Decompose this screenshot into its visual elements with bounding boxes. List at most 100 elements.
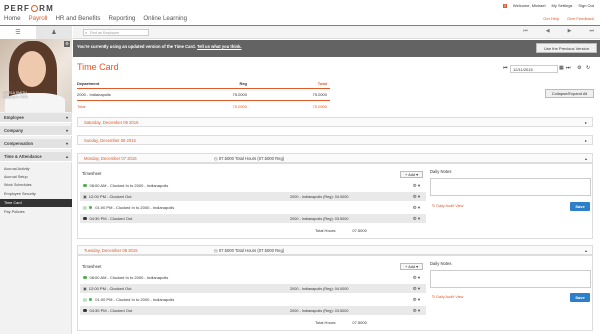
- use-previous-version-button[interactable]: Use the Previous Version: [536, 43, 597, 53]
- time-entry[interactable]: ▣ 12:00 PM - Clocked Out 2000 - Indianapol…: [80, 284, 426, 293]
- audit-icon: ↻: [432, 204, 436, 208]
- person-icon[interactable]: ♟: [36, 26, 72, 39]
- calendar-icon[interactable]: ▦: [559, 65, 564, 71]
- user-links: 2 Welcome, Michael My Settings Sign Out: [502, 3, 594, 8]
- add-icon: +: [404, 172, 408, 177]
- sidebar-item-accrual-activity[interactable]: Accrual Activity: [0, 165, 72, 173]
- chevron-down-icon: ▾: [65, 128, 68, 133]
- help-links: Get Help Give Feedback: [543, 16, 594, 21]
- chevron-down-icon: ▾: [65, 115, 68, 120]
- daily-notes-label: Daily Notes: [430, 261, 452, 266]
- summary-total-row: Total 75.0000 75.0000: [77, 104, 327, 109]
- entry-settings-icon: ⚙ ▾: [412, 193, 420, 199]
- next-period-icon[interactable]: ⏭: [566, 65, 571, 71]
- nav-online-learning[interactable]: Online Learning: [143, 15, 187, 22]
- timesheet-label: Timesheet: [82, 264, 102, 269]
- time-entry[interactable]: ▤ 01:00 PM - Clocked In to 2000 - Indiana…: [80, 203, 426, 212]
- prev-period-icon[interactable]: ⏮: [503, 65, 508, 71]
- daily-notes-input[interactable]: [430, 270, 591, 288]
- banner-text: You're currently using an updated versio…: [77, 44, 242, 49]
- time-entry[interactable]: 04:30 PM - Clocked Out 2000 - Indianapoli…: [80, 306, 426, 315]
- search-icon: ⌕: [85, 30, 88, 35]
- sidebar-item-work-schedules[interactable]: Work Schedules: [0, 181, 72, 189]
- refresh-icon[interactable]: ↻: [586, 65, 590, 71]
- chat-icon: ▤: [83, 297, 87, 302]
- next-record-icon[interactable]: ▶: [568, 28, 572, 34]
- nav-payroll[interactable]: Payroll: [29, 15, 48, 22]
- sidebar-item-pay-policies[interactable]: Pay Policies: [0, 208, 72, 216]
- sidebar-item-accrual-setup[interactable]: Accrual Setup: [0, 173, 72, 181]
- collapse-expand-all-button[interactable]: Collapse/Expand All: [545, 89, 594, 98]
- daily-notes-label: Daily Notes: [430, 169, 452, 174]
- time-entry[interactable]: ▣ 12:00 PM - Clocked Out 2000 - Indianapol…: [80, 192, 426, 201]
- employee-photo: ⚙ DARLA SMITH Employee #101: [0, 39, 72, 112]
- last-record-icon[interactable]: ⏭: [589, 28, 594, 34]
- date-input[interactable]: 12/11/2015: [510, 65, 558, 73]
- time-entry[interactable]: 08:00 AM - Clocked In to 2000 - Indianap…: [80, 273, 426, 282]
- sidebar-item-employee-security[interactable]: Employee Security: [0, 190, 72, 198]
- my-settings-link[interactable]: My Settings: [552, 3, 573, 8]
- add-entry-button[interactable]: + Add ▾: [400, 171, 423, 178]
- save-button[interactable]: Save: [570, 202, 590, 211]
- save-button[interactable]: Save: [570, 293, 590, 302]
- day-header-collapsed[interactable]: Saturday, December 05 2015 ▸: [77, 117, 593, 127]
- nav-reporting[interactable]: Reporting: [109, 15, 136, 22]
- page-title: Time Card: [77, 62, 119, 72]
- total-hours: Total Hours: 07.5000: [315, 228, 367, 233]
- day-header[interactable]: Tuesday, December 08 2015 ◷ 07.5000 Total…: [77, 245, 593, 255]
- list-view-icon[interactable]: ☰: [0, 26, 36, 39]
- chevron-down-icon: ▾: [65, 141, 68, 146]
- chevron-up-icon: ▴: [584, 155, 587, 161]
- welcome-text: Welcome, Michael: [512, 3, 546, 8]
- photo-settings-icon[interactable]: ⚙: [64, 41, 70, 47]
- summary-header: Department Reg Total: [77, 81, 327, 86]
- nav-home[interactable]: Home: [4, 15, 21, 22]
- time-entry[interactable]: 08:00 AM - Clocked In to 2000 - Indianap…: [80, 181, 426, 190]
- clock-icon: ◷: [214, 247, 218, 253]
- day-header-collapsed[interactable]: Sunday, December 06 2015 ▸: [77, 135, 593, 145]
- sidebar-section-time-attendance[interactable]: Time & Attendance ▴: [0, 152, 72, 162]
- daily-audit-link[interactable]: ↻ Daily Audit View: [432, 203, 463, 208]
- give-feedback-link[interactable]: Give Feedback: [567, 16, 594, 21]
- time-entry[interactable]: 04:30 PM - Clocked Out 2000 - Indianapoli…: [80, 214, 426, 223]
- sign-out-link[interactable]: Sign Out: [578, 3, 594, 8]
- schedule-icon: ▣: [83, 286, 87, 291]
- sidebar-section-company[interactable]: Company ▾: [0, 126, 72, 136]
- summary-divider: [77, 100, 330, 101]
- previous-record-icon[interactable]: ◀: [546, 28, 550, 34]
- add-icon: +: [404, 264, 408, 269]
- add-entry-button[interactable]: + Add ▾: [400, 263, 423, 270]
- sidebar-section-employee[interactable]: Employee ▾: [0, 113, 72, 123]
- entry-settings-icon: ⚙ ▾: [412, 296, 420, 302]
- employee-search-input[interactable]: ⌕ Find an Employee: [83, 29, 149, 36]
- employee-number: Employee #101: [3, 95, 28, 99]
- entry-settings-icon: ⚙ ▾: [412, 182, 420, 188]
- chat-icon: ▤: [83, 205, 87, 210]
- first-record-icon[interactable]: ⏮: [523, 28, 528, 34]
- daily-notes-input[interactable]: [430, 178, 591, 196]
- settings-icon[interactable]: ⚙: [577, 65, 581, 71]
- record-nav: ⏮ ◀ ▶ ⏭: [523, 28, 594, 34]
- sidebar-tabs: ☰ ♟: [0, 26, 72, 39]
- summary-row: 2000 - Indianapolis 75.0000 75.0000: [77, 92, 327, 97]
- sidebar-section-compensation[interactable]: Compensation ▾: [0, 139, 72, 149]
- get-help-link[interactable]: Get Help: [543, 16, 559, 21]
- perform-logo[interactable]: PERF RM: [4, 4, 54, 13]
- daily-audit-link[interactable]: ↻ Daily Audit View: [432, 294, 463, 299]
- entry-settings-icon: ⚙ ▾: [412, 204, 420, 210]
- notification-icon[interactable]: 2: [502, 3, 507, 8]
- summary-divider: [77, 88, 330, 89]
- feedback-link[interactable]: Tell us what you think.: [197, 44, 242, 49]
- chevron-right-icon: ▸: [584, 137, 587, 143]
- nav-hr-benefits[interactable]: HR and Benefits: [55, 15, 100, 22]
- sidebar-item-time-card[interactable]: Time Card: [0, 199, 72, 207]
- day-header[interactable]: Monday, December 07 2015 ◷ 07.5000 Total …: [77, 153, 593, 163]
- total-hours: Total Hours: 07.5000: [315, 320, 367, 325]
- entry-settings-icon: ⚙ ▾: [412, 307, 420, 313]
- entry-settings-icon: ⚙ ▾: [412, 215, 420, 221]
- clock-icon: ◷: [214, 155, 218, 161]
- time-entry[interactable]: ▤ 01:00 PM - Clocked In to 2000 - Indiana…: [80, 295, 426, 304]
- chevron-up-icon: ▴: [65, 154, 68, 159]
- audit-icon: ↻: [432, 295, 436, 299]
- entry-settings-icon: ⚙ ▾: [412, 285, 420, 291]
